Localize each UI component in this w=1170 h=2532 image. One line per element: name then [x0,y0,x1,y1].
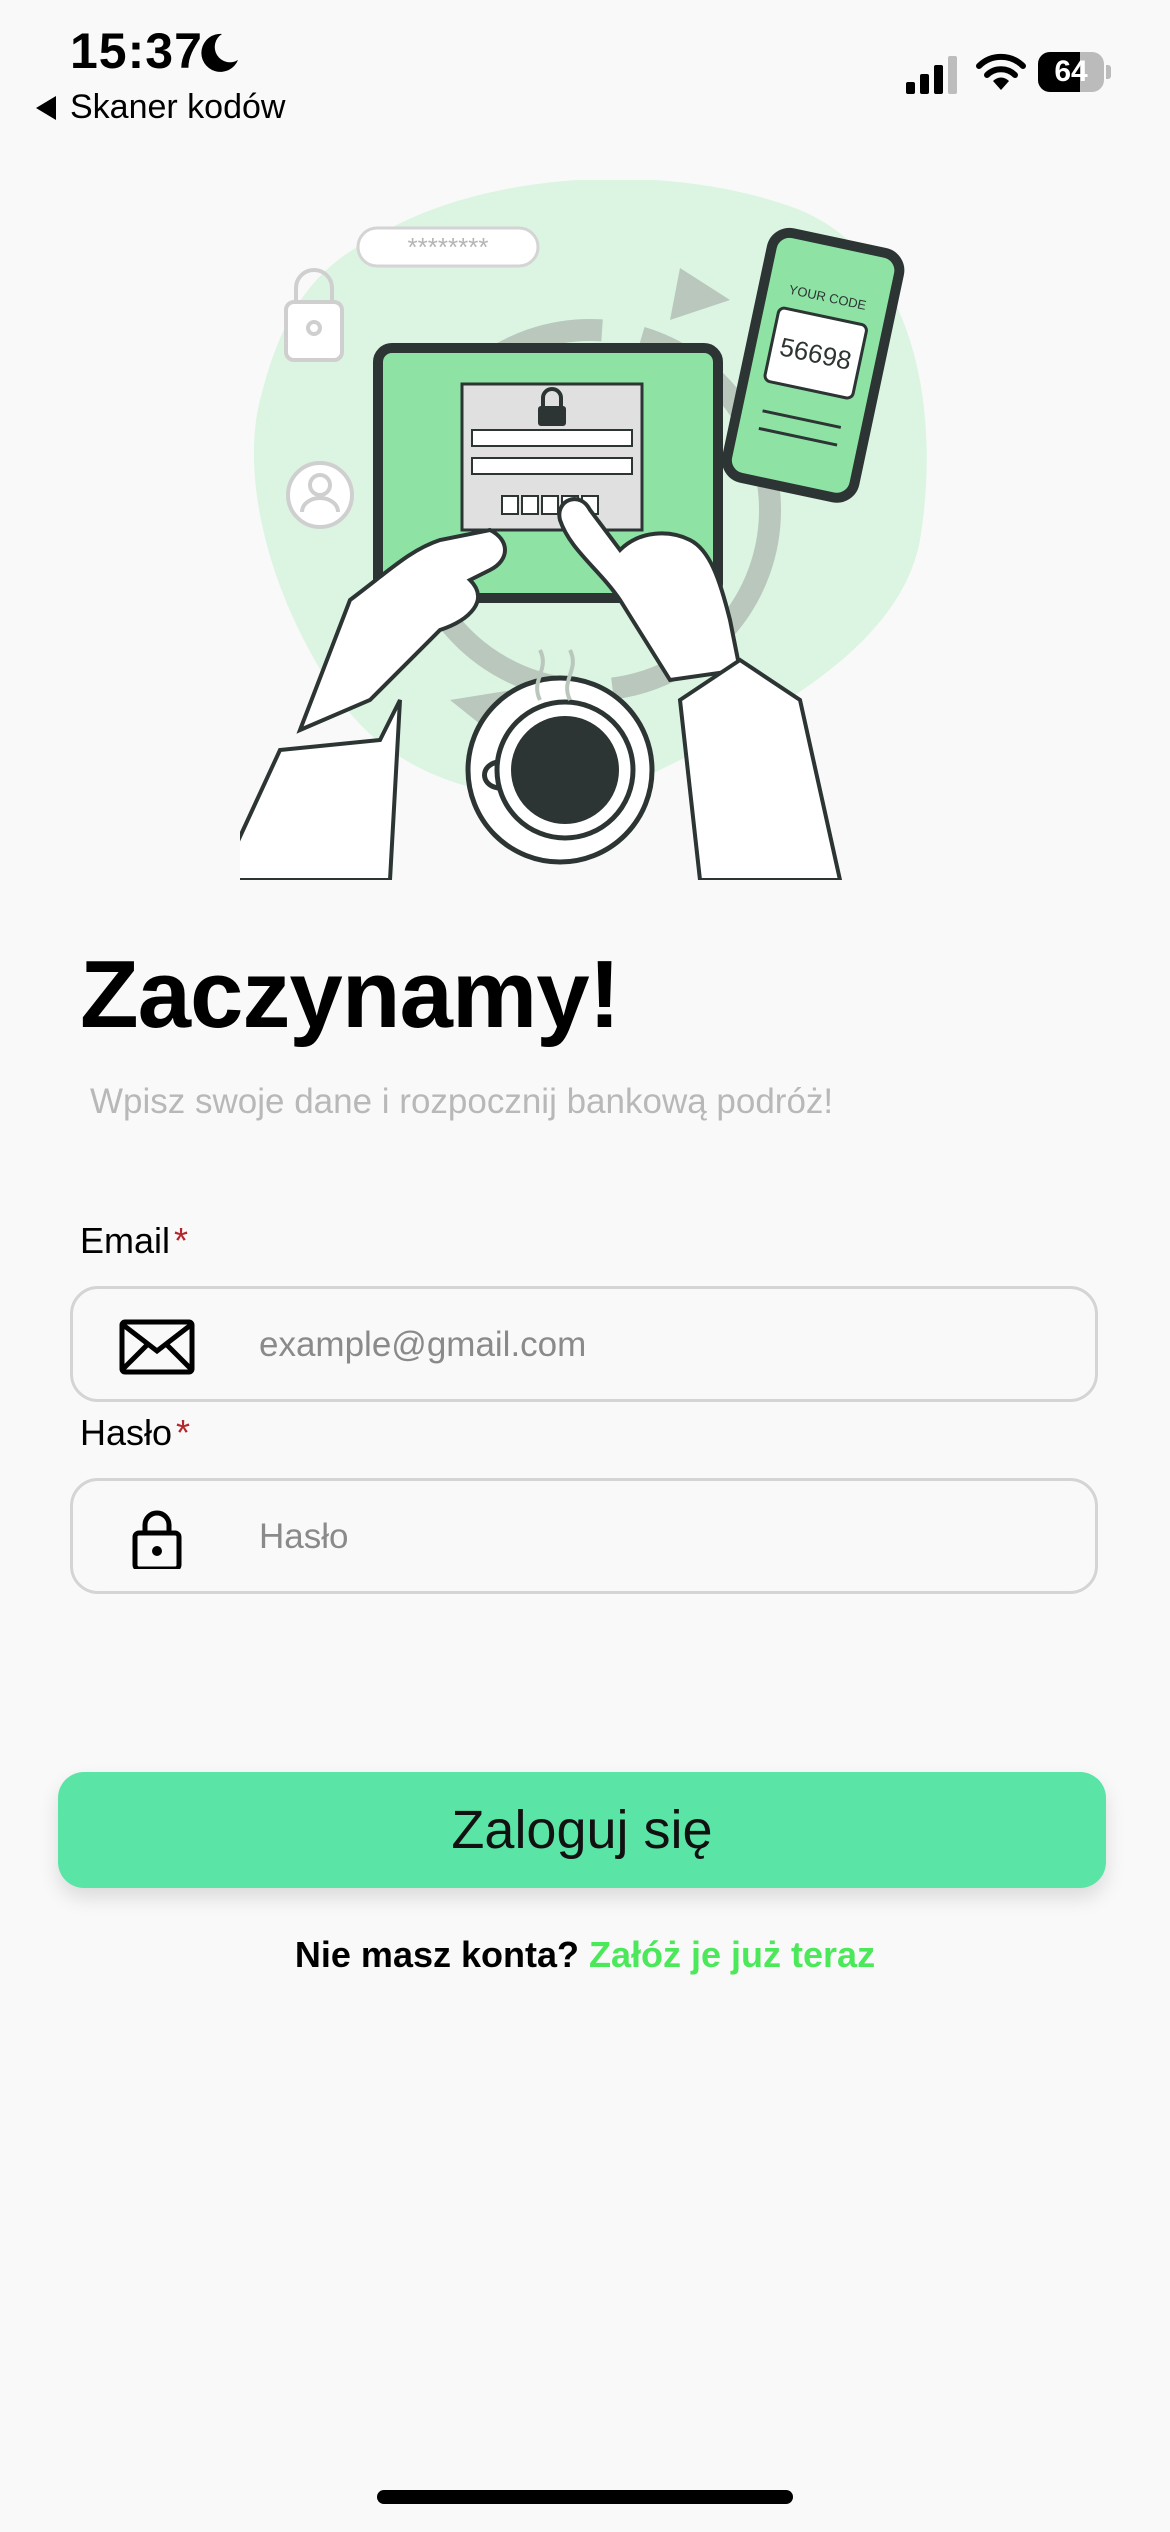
password-stars: ******** [408,232,489,262]
required-marker: * [176,1412,191,1453]
user-profile-icon [286,461,354,529]
email-label-text: Email [80,1220,171,1261]
required-marker: * [174,1220,189,1261]
password-input[interactable] [257,1501,1061,1573]
email-input[interactable] [257,1309,1061,1381]
signup-row: Nie masz konta? Załóż je już teraz [0,1934,1170,1976]
back-to-app-link[interactable]: Skaner kodów [36,88,285,127]
battery-indicator: 64 [1038,52,1112,94]
page-subtitle: Wpisz swoje dane i rozpocznij bankową po… [90,1082,834,1121]
back-app-label: Skaner kodów [70,88,286,126]
signup-prompt: Nie masz konta? [294,1934,579,1975]
password-label-text: Hasło [80,1412,173,1453]
lock-icon [132,1510,182,1569]
home-indicator[interactable] [377,2490,793,2504]
email-label: Email * [80,1220,188,1262]
battery-percent: 64 [1054,55,1088,88]
login-button[interactable]: Zaloguj się [58,1772,1106,1888]
signup-link[interactable]: Załóż je już teraz [589,1934,875,1975]
back-arrow-icon [36,95,56,120]
envelope-icon [119,1319,195,1375]
password-label: Hasło * [80,1412,190,1454]
moon-icon [201,33,238,72]
email-field[interactable] [70,1286,1098,1402]
wifi-icon [976,53,1026,90]
page-title: Zaczynamy! [80,941,621,1048]
cellular-signal-icon [906,56,957,94]
password-field[interactable] [70,1478,1098,1594]
status-time: 15:37 [70,23,203,79]
login-illustration: ******** YOUR CODE 56698 [240,180,927,880]
